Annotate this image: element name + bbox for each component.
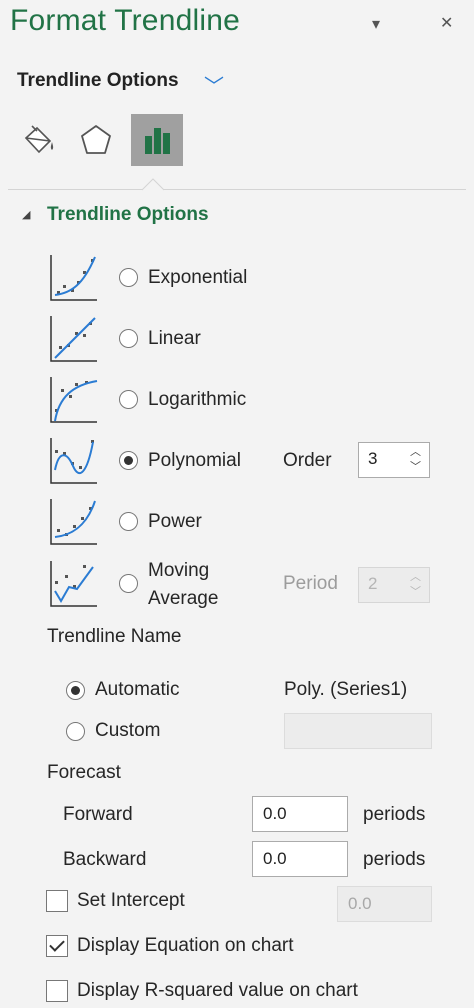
tab-pointer: [142, 178, 164, 191]
bar-chart-icon: [145, 128, 170, 154]
intercept-value[interactable]: 0.0: [348, 894, 372, 914]
forward-unit: periods: [363, 804, 426, 825]
order-label: Order: [283, 450, 332, 471]
radio-moving-average[interactable]: [119, 574, 138, 593]
backward-input[interactable]: 0.0: [252, 841, 348, 877]
section-title[interactable]: Trendline Options: [47, 204, 209, 226]
pane-title: Format Trendline: [10, 4, 240, 37]
intercept-input[interactable]: 0.0: [337, 886, 432, 922]
power-trend-icon: [50, 499, 97, 545]
radio-automatic[interactable]: [66, 681, 85, 700]
period-stepper[interactable]: 2 ︿ ﹀: [358, 567, 430, 603]
label-power[interactable]: Power: [148, 511, 202, 533]
pentagon-icon: [81, 125, 111, 154]
tab-effects[interactable]: [70, 114, 122, 166]
forward-label: Forward: [63, 804, 133, 825]
stepper-up-icon[interactable]: ︿: [410, 572, 421, 583]
automatic-name-value: Poly. (Series1): [284, 679, 408, 700]
label-linear[interactable]: Linear: [148, 328, 201, 350]
stepper-up-icon[interactable]: ︿: [410, 447, 421, 458]
options-dropdown-label[interactable]: Trendline Options: [17, 70, 179, 92]
period-label: Period: [283, 573, 338, 594]
radio-logarithmic[interactable]: [119, 390, 138, 409]
tab-trendline-options[interactable]: [131, 114, 183, 166]
set-intercept-checkbox[interactable]: [46, 890, 68, 912]
order-stepper[interactable]: 3 ︿ ﹀: [358, 442, 430, 478]
pane-options-icon[interactable]: ▾: [372, 14, 380, 34]
label-polynomial[interactable]: Polynomial: [148, 450, 241, 472]
close-icon[interactable]: ✕: [440, 13, 453, 33]
radio-polynomial[interactable]: [119, 451, 138, 470]
display-equation-label[interactable]: Display Equation on chart: [77, 935, 294, 957]
label-exponential[interactable]: Exponential: [148, 267, 247, 289]
label-automatic[interactable]: Automatic: [95, 679, 179, 701]
forecast-heading: Forecast: [47, 762, 121, 783]
moving-average-trend-icon: [50, 561, 97, 607]
backward-unit: periods: [363, 849, 426, 870]
forward-input[interactable]: 0.0: [252, 796, 348, 832]
exponential-trend-icon: [50, 255, 97, 301]
tab-separator: [8, 189, 466, 190]
label-custom[interactable]: Custom: [95, 720, 160, 742]
display-equation-checkbox[interactable]: [46, 935, 68, 957]
order-value[interactable]: 3: [368, 449, 377, 469]
display-r-squared-label[interactable]: Display R-squared value on chart: [77, 980, 358, 1002]
forward-value[interactable]: 0.0: [263, 804, 287, 824]
logarithmic-trend-icon: [50, 377, 98, 423]
label-moving-average-line2[interactable]: Average: [148, 588, 218, 610]
backward-value[interactable]: 0.0: [263, 849, 287, 869]
label-moving-average-line1[interactable]: Moving: [148, 560, 209, 582]
backward-label: Backward: [63, 849, 147, 870]
radio-linear[interactable]: [119, 329, 138, 348]
tab-fill-line[interactable]: [12, 114, 64, 166]
linear-trend-icon: [50, 316, 97, 362]
collapse-caret-icon[interactable]: ◢: [22, 208, 30, 221]
period-value[interactable]: 2: [368, 574, 377, 594]
paint-bucket-icon: [24, 125, 54, 154]
custom-name-input[interactable]: [284, 713, 432, 749]
set-intercept-label[interactable]: Set Intercept: [77, 890, 185, 912]
radio-exponential[interactable]: [119, 268, 138, 287]
stepper-down-icon[interactable]: ﹀: [410, 462, 421, 473]
radio-power[interactable]: [119, 512, 138, 531]
label-logarithmic[interactable]: Logarithmic: [148, 389, 246, 411]
trendline-name-heading: Trendline Name: [47, 626, 182, 647]
chevron-down-icon[interactable]: ﹀: [204, 70, 224, 99]
display-r-squared-checkbox[interactable]: [46, 980, 68, 1002]
polynomial-trend-icon: [50, 438, 97, 484]
radio-custom[interactable]: [66, 722, 85, 741]
stepper-down-icon[interactable]: ﹀: [410, 587, 421, 598]
